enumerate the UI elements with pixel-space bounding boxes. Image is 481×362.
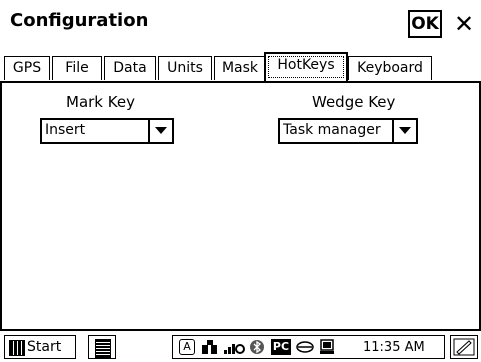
chevron-down-icon[interactable]	[148, 118, 174, 144]
wedge-key-value: Task manager	[283, 122, 381, 138]
system-tray: A PC 11:35 AM	[172, 335, 445, 359]
sync-icon[interactable]	[295, 339, 315, 355]
close-button[interactable]: ✕	[450, 10, 478, 38]
taskbar: Start A PC 11:35 AM	[0, 331, 481, 362]
chevron-down-icon[interactable]	[392, 118, 418, 144]
windows-flag-icon	[9, 340, 25, 356]
network-icon[interactable]	[201, 339, 219, 355]
bluetooth-icon[interactable]	[249, 339, 265, 355]
input-a-icon[interactable]: A	[179, 339, 195, 355]
tab-file[interactable]: File	[52, 56, 102, 80]
tab-bar: GPS File Data Units Mask HotKeys Keyboar…	[0, 52, 481, 82]
clock[interactable]: 11:35 AM	[363, 340, 425, 355]
tab-data[interactable]: Data	[104, 56, 156, 80]
input-panel-button[interactable]	[450, 335, 478, 359]
wedge-key-label: Wedge Key	[312, 93, 396, 111]
mark-key-dropdown[interactable]: Insert	[40, 118, 174, 144]
hotkeys-panel: Mark Key Insert Wedge Key Task manager	[0, 83, 481, 331]
start-button[interactable]: Start	[4, 335, 76, 359]
tab-gps[interactable]: GPS	[4, 56, 50, 80]
signal-icon[interactable]	[223, 339, 245, 355]
close-icon: ✕	[453, 10, 475, 38]
window-title: Configuration	[10, 10, 149, 31]
wedge-key-dropdown[interactable]: Task manager	[278, 118, 418, 144]
ok-button[interactable]: OK	[408, 10, 442, 38]
mark-key-label: Mark Key	[66, 93, 135, 111]
pc-icon[interactable]: PC	[271, 339, 291, 355]
device-icon[interactable]	[319, 339, 337, 355]
tab-mask[interactable]: Mask	[214, 56, 266, 80]
mark-key-value: Insert	[45, 122, 86, 138]
tab-keyboard[interactable]: Keyboard	[348, 56, 432, 80]
running-app-button[interactable]	[88, 335, 116, 359]
pencil-icon	[453, 338, 475, 356]
app-icon	[95, 339, 111, 358]
tab-units[interactable]: Units	[158, 56, 212, 80]
start-label: Start	[27, 339, 62, 355]
tab-hotkeys[interactable]: HotKeys	[264, 52, 348, 82]
title-bar: Configuration OK ✕	[0, 0, 481, 44]
